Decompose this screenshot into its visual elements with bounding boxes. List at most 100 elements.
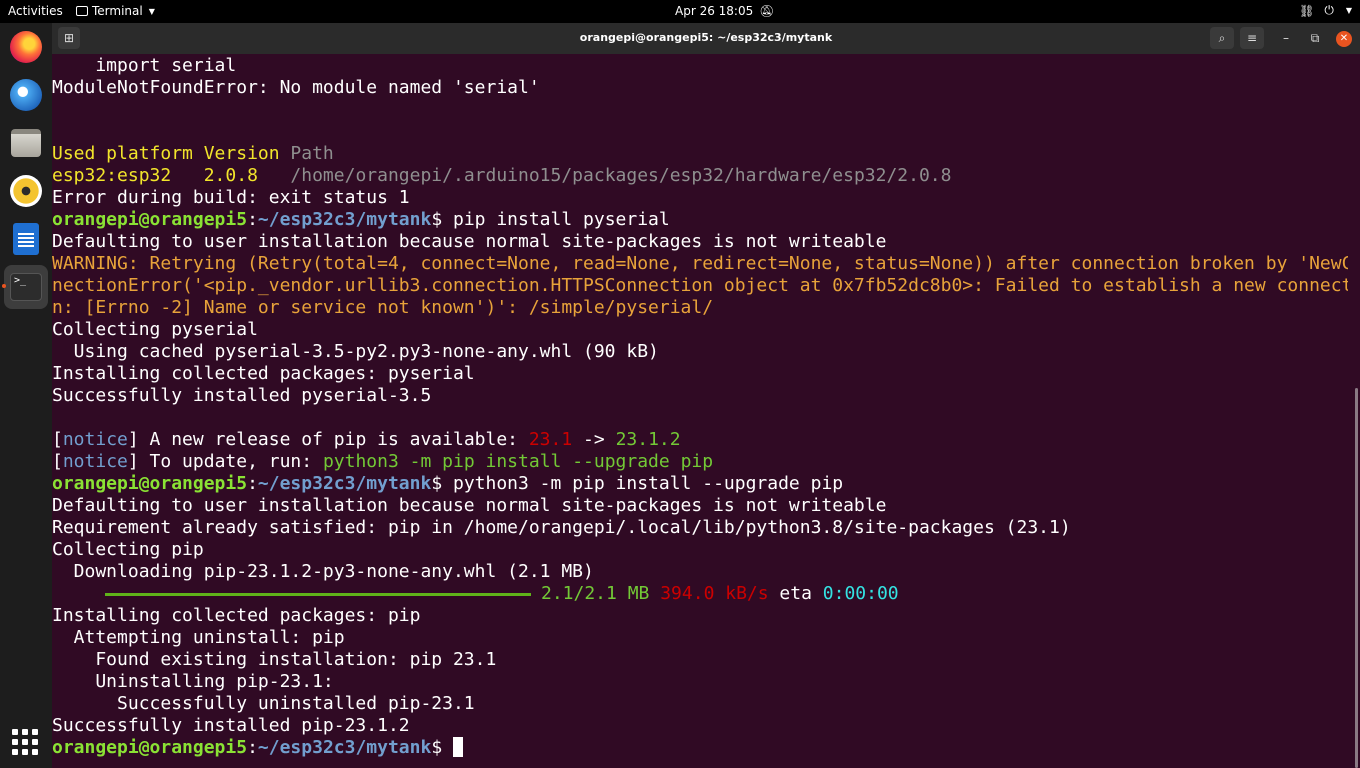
- terminal-line: Error during build: exit status 1: [52, 187, 1348, 209]
- app-menu-label: Terminal: [92, 4, 143, 18]
- terminal-text: ~/esp32c3/mytank: [257, 209, 432, 230]
- terminal-line: orangepi@orangepi5:~/esp32c3/mytank$ pyt…: [52, 473, 1348, 495]
- notifications-muted-icon: 🔕︎: [759, 4, 775, 18]
- terminal-line: nectionError('<pip._vendor.urllib3.conne…: [52, 275, 1348, 297]
- files-icon: [11, 129, 41, 157]
- terminal-text: Collecting pip: [52, 539, 204, 560]
- terminal-text: Uninstalling pip-23.1:: [52, 671, 334, 692]
- terminal-text: notice: [62, 451, 128, 472]
- tray-caret-down-icon: ▼: [1345, 6, 1352, 15]
- dock-rhythmbox[interactable]: [4, 169, 48, 213]
- terminal-text: $ pip install pyserial: [431, 209, 670, 230]
- terminal-text: Using cached pyserial-3.5-py2.py3-none-a…: [52, 341, 659, 362]
- caret-down-icon: ▼: [148, 6, 155, 16]
- terminal-text: ] To update, run:: [127, 451, 323, 472]
- power-icon: ⏻: [1324, 3, 1334, 17]
- terminal-line: Attempting uninstall: pip: [52, 627, 1348, 649]
- running-indicator: [2, 284, 6, 288]
- dock-writer[interactable]: [4, 217, 48, 261]
- terminal-text: orangepi@orangepi5: [52, 737, 248, 758]
- terminal-text: [: [52, 451, 63, 472]
- dock: >_: [0, 23, 52, 768]
- terminal-text: 394.0 kB/s: [660, 583, 769, 604]
- terminal-text: WARNING: Retrying (Retry(total=4, connec…: [52, 253, 1348, 274]
- terminal-text: Successfully installed pyserial-3.5: [52, 385, 432, 406]
- terminal-text: $ python3 -m pip install --upgrade pip: [431, 473, 844, 494]
- terminal-icon: >_: [10, 273, 42, 301]
- restore-icon: ⧉: [1310, 31, 1320, 45]
- thunderbird-icon: [10, 79, 42, 111]
- terminal-app-icon: [76, 6, 88, 16]
- minimize-icon: –: [1283, 31, 1289, 45]
- terminal-text: 0:00:00: [822, 583, 899, 604]
- terminal-line: Successfully uninstalled pip-23.1: [52, 693, 1348, 715]
- terminal-text: Installing collected packages: pyserial: [52, 363, 475, 384]
- scrollbar-thumb[interactable]: [1355, 388, 1358, 768]
- search-button[interactable]: ⌕: [1210, 27, 1234, 49]
- close-icon: ✕: [1339, 33, 1349, 44]
- terminal-text: ] A new release of pip is available:: [127, 429, 529, 450]
- terminal-line: n: [Errno -2] Name or service not known'…: [52, 297, 1348, 319]
- clock[interactable]: Apr 26 18:05 🔕︎: [675, 4, 774, 18]
- terminal-line: Found existing installation: pip 23.1: [52, 649, 1348, 671]
- writer-icon: [13, 223, 39, 255]
- terminal-text: :: [247, 473, 258, 494]
- terminal-text: ~/esp32c3/mytank: [257, 473, 432, 494]
- search-icon: ⌕: [1218, 31, 1226, 45]
- terminal-text: Attempting uninstall: pip: [52, 627, 345, 648]
- terminal-text: eta: [768, 583, 823, 604]
- terminal-text: 23.1.2: [615, 429, 681, 450]
- terminal-text: Successfully installed pip-23.1.2: [52, 715, 410, 736]
- terminal-text: [: [52, 429, 63, 450]
- terminal-text: /home/orangepi/.arduino15/packages/esp32…: [290, 165, 952, 186]
- terminal-text: Error during build: exit status 1: [52, 187, 410, 208]
- terminal-text: :: [247, 209, 258, 230]
- top-bar: Activities Terminal ▼ Apr 26 18:05 🔕︎ ⛓︎…: [0, 0, 1360, 23]
- system-tray[interactable]: ⛓︎ ⏻ ▼: [1299, 3, 1352, 18]
- terminal-line: Downloading pip-23.1.2-py3-none-any.whl …: [52, 561, 1348, 583]
- scrollbar[interactable]: [1353, 54, 1360, 768]
- terminal-text: Defaulting to user installation because …: [52, 495, 887, 516]
- show-applications-icon[interactable]: [12, 729, 38, 755]
- terminal-text: Found existing installation: pip 23.1: [52, 649, 497, 670]
- terminal-line: [notice] A new release of pip is availab…: [52, 429, 1348, 451]
- terminal-text: Defaulting to user installation because …: [52, 231, 887, 252]
- terminal-output[interactable]: import serial ModuleNotFoundError: No mod…: [52, 54, 1348, 768]
- terminal-line: ModuleNotFoundError: No module named 'se…: [52, 77, 1348, 99]
- terminal-text: $: [431, 737, 453, 758]
- terminal-text: orangepi@orangepi5: [52, 473, 248, 494]
- terminal-text: Collecting pyserial: [52, 319, 258, 340]
- terminal-line: Defaulting to user installation because …: [52, 231, 1348, 253]
- dock-files[interactable]: [4, 121, 48, 165]
- activities-button[interactable]: Activities: [8, 4, 63, 18]
- terminal-text: nectionError('<pip._vendor.urllib3.conne…: [52, 275, 1348, 296]
- minimize-button[interactable]: –: [1274, 27, 1298, 49]
- terminal-text: Installing collected packages: pip: [52, 605, 421, 626]
- terminal-text: orangepi@orangepi5: [52, 209, 248, 230]
- terminal-line: Collecting pip: [52, 539, 1348, 561]
- terminal-text: import serial: [52, 55, 237, 76]
- terminal-text: ModuleNotFoundError: No module named 'se…: [52, 77, 540, 98]
- dock-firefox[interactable]: [4, 25, 48, 69]
- menu-button[interactable]: ≡: [1240, 27, 1264, 49]
- hamburger-icon: ≡: [1246, 31, 1258, 45]
- maximize-button[interactable]: ⧉: [1303, 27, 1327, 49]
- close-button[interactable]: ✕: [1336, 31, 1352, 47]
- download-progress-bar: [105, 592, 531, 596]
- terminal-line: Used platform Version Path: [52, 143, 1348, 165]
- app-menu[interactable]: Terminal ▼: [76, 4, 155, 18]
- terminal-text: n: [Errno -2] Name or service not known'…: [52, 297, 714, 318]
- terminal-text: Successfully uninstalled pip-23.1: [52, 693, 475, 714]
- terminal-text: 23.1: [528, 429, 573, 450]
- terminal-text: ~/esp32c3/mytank: [257, 737, 432, 758]
- terminal-line: Defaulting to user installation because …: [52, 495, 1348, 517]
- terminal-line: Collecting pyserial: [52, 319, 1348, 341]
- dock-terminal[interactable]: >_: [2, 265, 48, 309]
- terminal-text: Downloading pip-23.1.2-py3-none-any.whl …: [52, 561, 594, 582]
- terminal-line: Successfully installed pip-23.1.2: [52, 715, 1348, 737]
- terminal-line: WARNING: Retrying (Retry(total=4, connec…: [52, 253, 1348, 275]
- dock-thunderbird[interactable]: [4, 73, 48, 117]
- network-icon: ⛓︎: [1299, 3, 1315, 18]
